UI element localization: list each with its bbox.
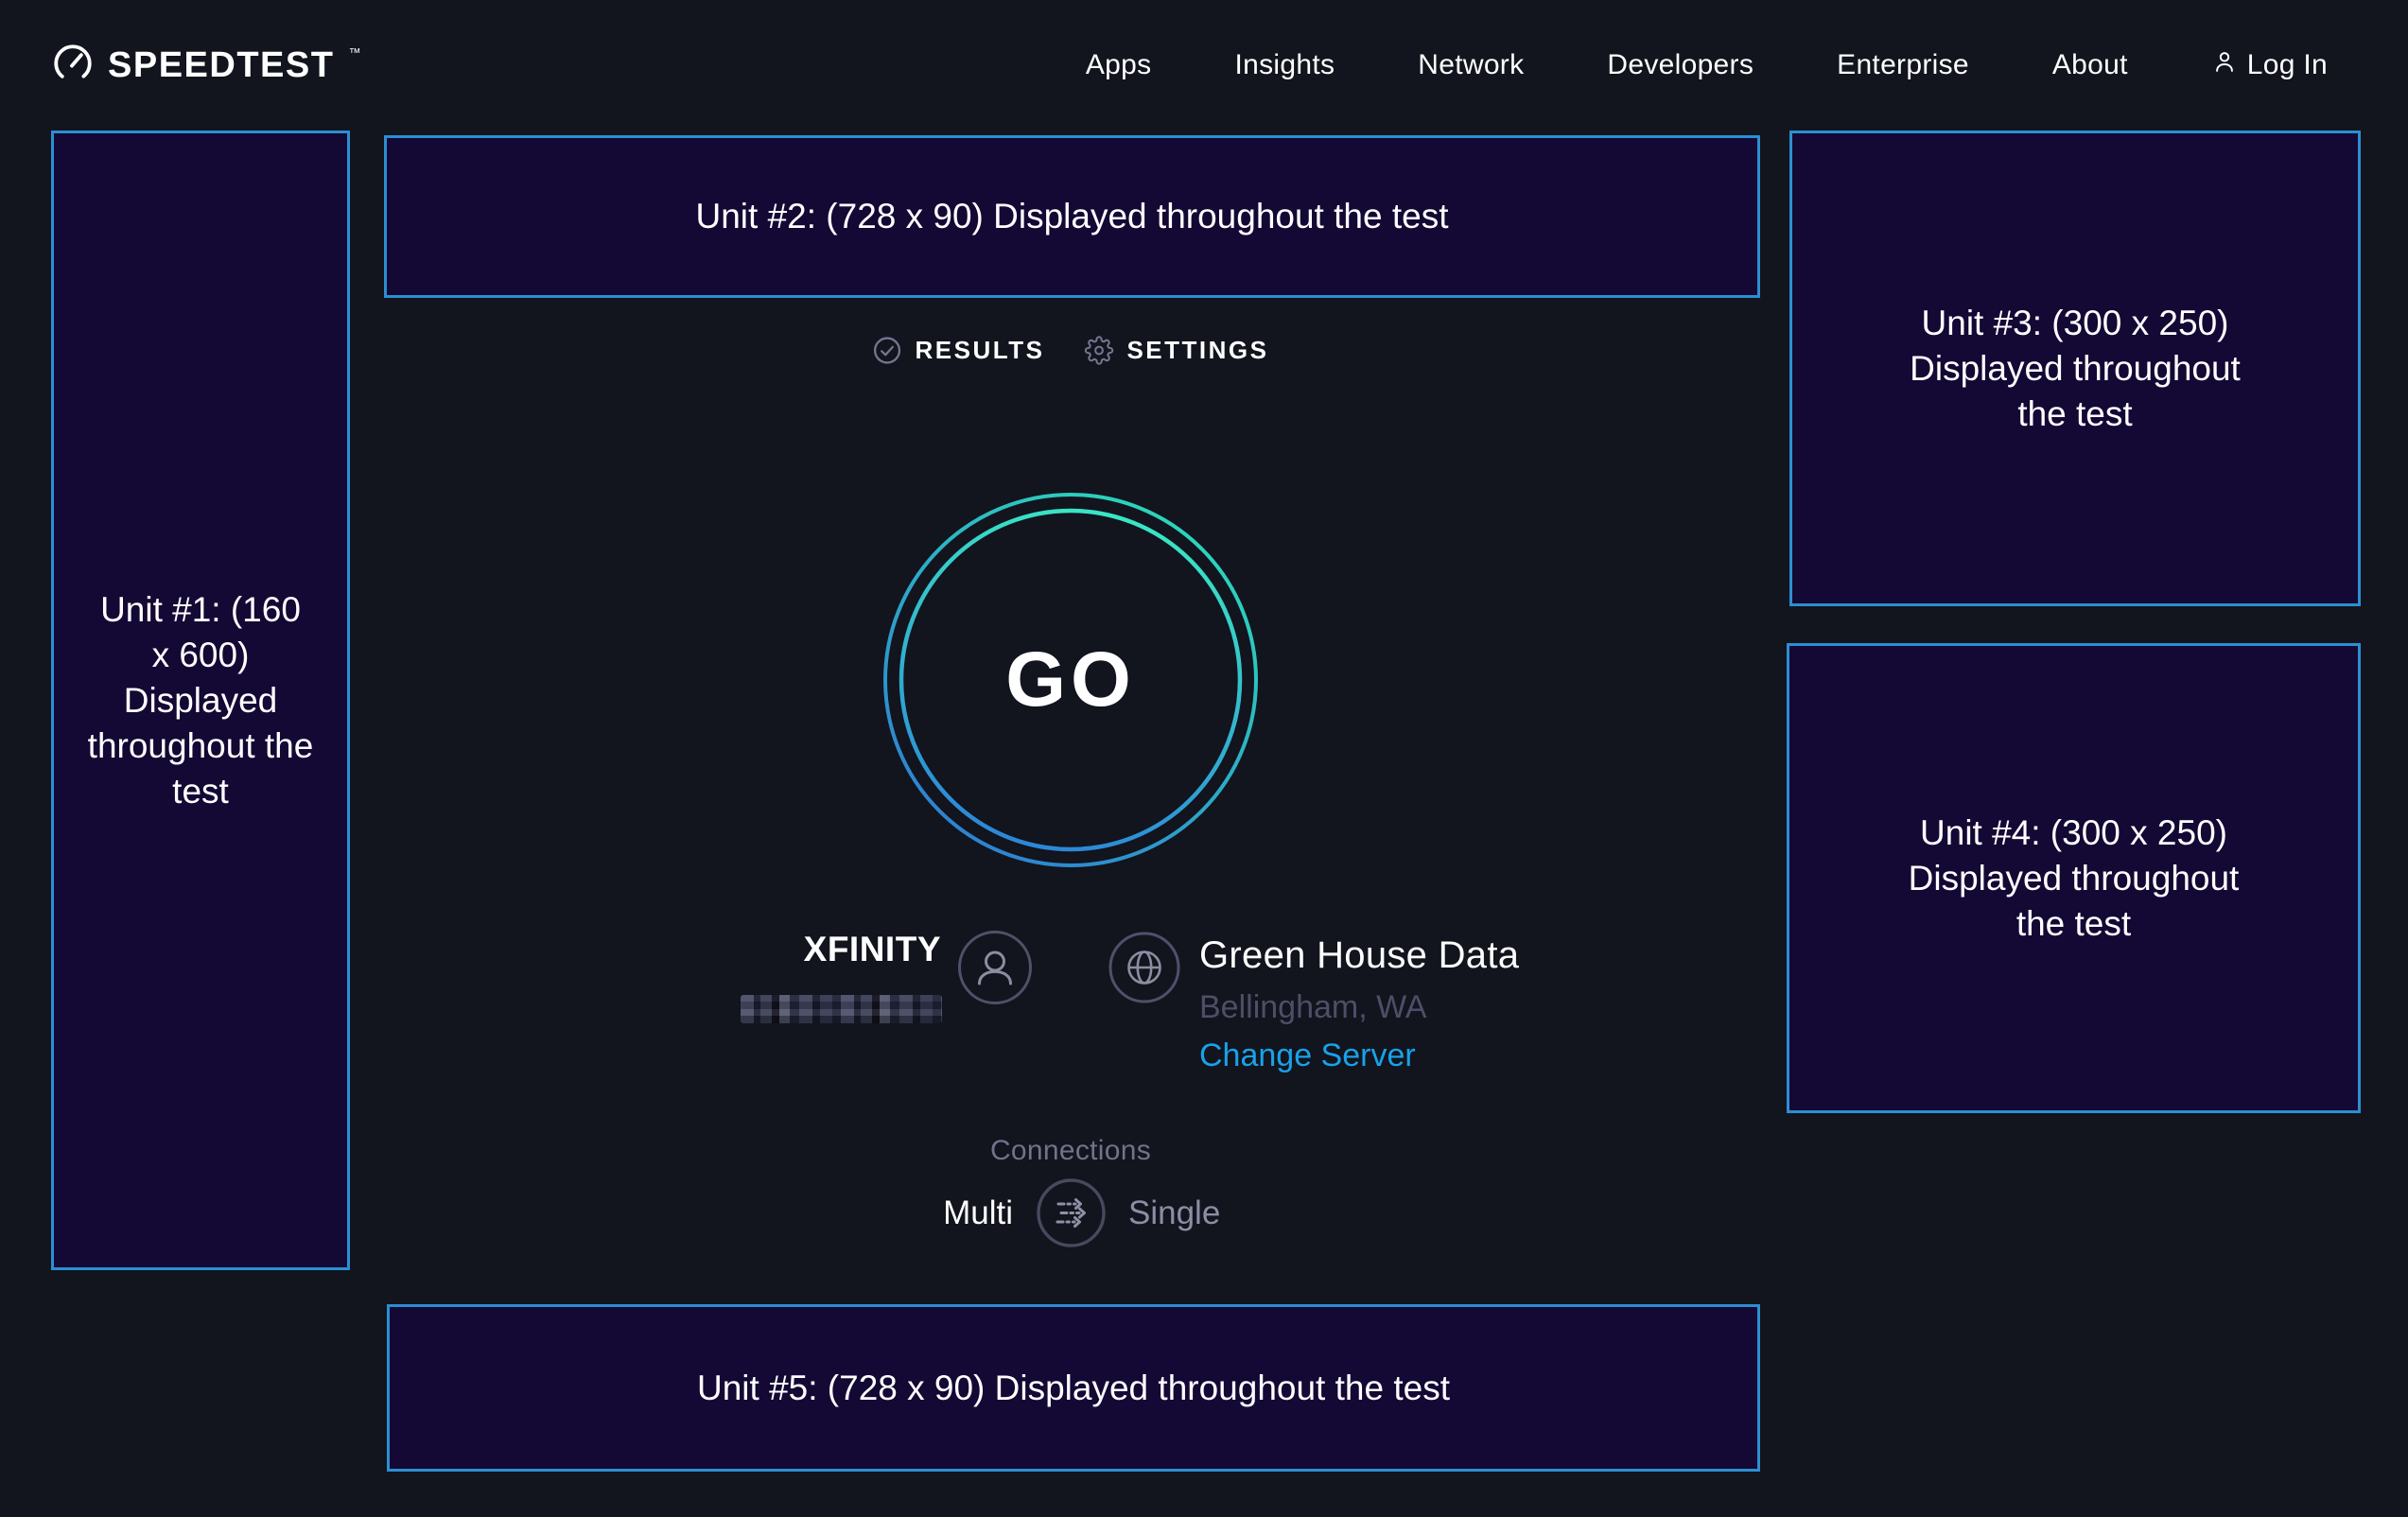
server-name: Green House Data	[1199, 934, 1519, 977]
tab-bar: RESULTS SETTINGS	[873, 336, 1269, 365]
ad-unit-1-text: Unit #1: (160 x 600) Displayed throughou…	[87, 587, 314, 814]
speedtest-gauge-icon	[51, 42, 95, 90]
ad-unit-3-text: Unit #3: (300 x 250) Displayed throughou…	[1886, 301, 2264, 437]
tab-settings-label: SETTINGS	[1126, 336, 1268, 365]
login-label: Log In	[2247, 49, 2328, 81]
nav-item-developers[interactable]: Developers	[1607, 49, 1754, 81]
ad-unit-2-text: Unit #2: (728 x 90) Displayed throughout…	[696, 194, 1449, 239]
connections-single-option[interactable]: Single	[1128, 1194, 1220, 1232]
change-server-link[interactable]: Change Server	[1199, 1037, 1416, 1074]
login-button[interactable]: Log In	[2211, 48, 2328, 82]
top-nav-bar: SPEEDTEST ™ Apps Insights Network Develo…	[0, 0, 2408, 131]
ad-unit-5-text: Unit #5: (728 x 90) Displayed throughout…	[697, 1366, 1450, 1411]
main-nav: Apps Insights Network Developers Enterpr…	[1086, 48, 2328, 82]
tab-results[interactable]: RESULTS	[873, 336, 1045, 365]
isp-name: XFINITY	[657, 930, 941, 969]
ad-unit-4-text: Unit #4: (300 x 250) Displayed throughou…	[1885, 811, 2263, 947]
user-icon	[957, 930, 1033, 1010]
connections-title: Connections	[976, 1135, 1165, 1167]
ad-unit-4[interactable]: Unit #4: (300 x 250) Displayed throughou…	[1787, 643, 2361, 1113]
nav-item-enterprise[interactable]: Enterprise	[1837, 49, 1969, 81]
server-location: Bellingham, WA	[1199, 989, 1427, 1026]
check-circle-icon	[873, 336, 902, 365]
speedtest-logo[interactable]: SPEEDTEST ™	[51, 42, 359, 90]
speedtest-page: SPEEDTEST ™ Apps Insights Network Develo…	[0, 0, 2408, 1517]
nav-item-apps[interactable]: Apps	[1086, 49, 1152, 81]
connections-multi-option[interactable]: Multi	[842, 1194, 1013, 1232]
nav-item-network[interactable]: Network	[1418, 49, 1524, 81]
nav-item-about[interactable]: About	[2052, 49, 2128, 81]
ad-unit-3[interactable]: Unit #3: (300 x 250) Displayed throughou…	[1789, 131, 2361, 606]
trademark-mark: ™	[348, 45, 360, 60]
gear-icon	[1084, 336, 1113, 365]
brand-name: SPEEDTEST	[108, 45, 334, 86]
go-button[interactable]: GO	[881, 491, 1260, 869]
censored-ip	[741, 995, 942, 1023]
nav-item-insights[interactable]: Insights	[1234, 49, 1335, 81]
go-label: GO	[881, 491, 1260, 869]
multi-connection-arrows-icon	[1036, 1237, 1107, 1251]
person-icon	[2211, 48, 2238, 82]
tab-settings[interactable]: SETTINGS	[1084, 336, 1268, 365]
tab-results-label: RESULTS	[916, 336, 1045, 365]
globe-icon	[1108, 932, 1180, 1008]
ad-unit-5[interactable]: Unit #5: (728 x 90) Displayed throughout…	[387, 1304, 1760, 1472]
connections-toggle[interactable]	[1036, 1177, 1107, 1248]
ad-unit-2[interactable]: Unit #2: (728 x 90) Displayed throughout…	[384, 135, 1760, 298]
ad-unit-1[interactable]: Unit #1: (160 x 600) Displayed throughou…	[51, 131, 350, 1270]
